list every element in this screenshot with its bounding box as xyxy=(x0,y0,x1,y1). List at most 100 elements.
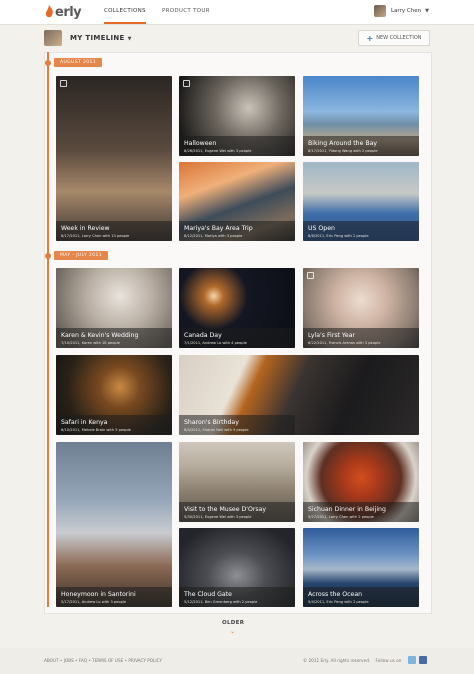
older-link[interactable]: OLDER xyxy=(222,620,244,626)
collection-tile[interactable]: Canada Day 7/1/2011, Andrew Lo with 4 pe… xyxy=(179,268,295,348)
timeline-title[interactable]: MY TIMELINE ▼ xyxy=(70,34,132,42)
tile-meta: 5/30/2011, Eugene Wei with 3 people xyxy=(184,515,252,519)
timeline-dot xyxy=(45,60,51,66)
collection-tile[interactable]: US Open 8/6/2011, Eric Pang with 2 peopl… xyxy=(303,162,419,241)
lock-icon xyxy=(307,272,314,279)
tile-title: Karen & Kevin's Wedding xyxy=(61,332,139,339)
collection-tile[interactable]: Across the Ocean 5/4/2011, Eric Pang wit… xyxy=(303,528,419,607)
chevron-down-icon: ▼ xyxy=(425,8,429,14)
tile-title: Canada Day xyxy=(184,332,222,339)
timeline-dot xyxy=(45,253,51,259)
timeline-title-label: MY TIMELINE xyxy=(70,34,125,42)
tile-meta: 8/26/2011, Eugene Wei with 3 people xyxy=(184,149,252,153)
tile-meta: 6/4/2011, Sharon Neil with 9 people xyxy=(184,428,249,432)
tile-meta: 8/12/2011, Mariya with 3 people xyxy=(184,234,243,238)
tile-meta: 7/10/2011, Karen with 18 people xyxy=(61,341,120,345)
plus-icon: + xyxy=(366,33,374,43)
top-nav: erly COLLECTIONS PRODUCT TOUR Larry Chen… xyxy=(0,0,474,25)
tile-title: Week in Review xyxy=(61,225,110,232)
tile-meta: 5/27/2011, Larry Chen with 2 people xyxy=(308,515,374,519)
tile-meta: 6/10/2011, Mehele Brain with 5 people xyxy=(61,428,131,432)
collection-tile[interactable]: Week in Review 8/17/2011, Larry Chen wit… xyxy=(56,76,172,241)
tile-title: Lyla's First Year xyxy=(308,332,356,339)
timeline-avatar xyxy=(44,30,62,46)
tile-caption: Visit to the Musee D'Orsay 5/30/2011, Eu… xyxy=(179,502,295,522)
collection-tile[interactable]: Sharon's Birthday 6/4/2011, Sharon Neil … xyxy=(179,355,419,435)
tile-meta: 8/6/2011, Eric Pang with 2 people xyxy=(308,234,369,238)
tile-caption: Lyla's First Year 6/22/2011, Francis Are… xyxy=(303,328,419,348)
collection-tile[interactable]: Honeymoon in Santorini 5/17/2011, Andrew… xyxy=(56,442,172,607)
collection-tile[interactable]: Mariya's Bay Area Trip 8/12/2011, Mariya… xyxy=(179,162,295,241)
tile-meta: 6/22/2011, Francis Arenas with 3 people xyxy=(308,341,381,345)
tile-caption: Sharon's Birthday 6/4/2011, Sharon Neil … xyxy=(179,415,295,435)
tile-caption: Honeymoon in Santorini 5/17/2011, Andrew… xyxy=(56,587,172,607)
collection-tile[interactable]: Lyla's First Year 6/22/2011, Francis Are… xyxy=(303,268,419,348)
follow-label: Follow us on xyxy=(375,658,402,663)
footer-link-about[interactable]: ABOUT xyxy=(44,658,59,663)
footer-link-privacy[interactable]: PRIVACY POLICY xyxy=(128,658,162,663)
logo-flame-icon xyxy=(45,5,53,18)
tile-meta: 7/1/2011, Andrew Lo with 4 people xyxy=(184,341,247,345)
collection-tile[interactable]: Biking Around the Bay 8/17/2011, Yidong … xyxy=(303,76,419,156)
tile-title: Visit to the Musee D'Orsay xyxy=(184,506,267,513)
date-label-august-2011: AUGUST 2011 xyxy=(54,58,103,67)
collection-tile[interactable]: The Cloud Gate 5/12/2011, Ben Greenberg … xyxy=(179,528,295,607)
collection-tile[interactable]: Safari in Kenya 6/10/2011, Mehele Brain … xyxy=(56,355,172,435)
avatar xyxy=(374,5,386,17)
tile-title: Sharon's Birthday xyxy=(184,419,239,426)
collection-tile[interactable]: Karen & Kevin's Wedding 7/10/2011, Karen… xyxy=(56,268,172,348)
chevron-down-icon: ▼ xyxy=(127,36,132,42)
tile-caption: Safari in Kenya 6/10/2011, Mehele Brain … xyxy=(56,415,172,435)
tile-title: The Cloud Gate xyxy=(184,591,232,598)
tile-caption: Mariya's Bay Area Trip 8/12/2011, Mariya… xyxy=(179,221,295,241)
tile-caption: Canada Day 7/1/2011, Andrew Lo with 4 pe… xyxy=(179,328,295,348)
timeline-header: MY TIMELINE ▼ + NEW COLLECTION xyxy=(44,30,430,46)
tile-meta: 5/4/2011, Eric Pang with 2 people xyxy=(308,600,369,604)
tile-meta: 5/12/2011, Ben Greenberg with 2 people xyxy=(184,600,258,604)
tile-caption: Biking Around the Bay 8/17/2011, Yidong … xyxy=(303,136,419,156)
tile-title: Across the Ocean xyxy=(308,591,363,598)
tile-title: Honeymoon in Santorini xyxy=(61,591,136,598)
tab-product-tour[interactable]: PRODUCT TOUR xyxy=(162,8,210,14)
timeline-line xyxy=(47,52,49,607)
tile-title: Halloween xyxy=(184,140,217,147)
date-label-may-july-2011: MAY - JULY 2011 xyxy=(54,251,109,260)
footer-link-jobs[interactable]: JOBS xyxy=(64,658,74,663)
erly-logo[interactable]: erly xyxy=(44,3,82,21)
tab-collections[interactable]: COLLECTIONS xyxy=(104,8,146,24)
tile-caption: Karen & Kevin's Wedding 7/10/2011, Karen… xyxy=(56,328,172,348)
tile-title: Biking Around the Bay xyxy=(308,140,378,147)
lock-icon xyxy=(60,80,67,87)
tile-caption: Sichuan Dinner in Beijing 5/27/2011, Lar… xyxy=(303,502,419,522)
chevron-down-icon[interactable]: ⌄ xyxy=(230,628,235,635)
tile-meta: 5/17/2011, Andrew Lo with 3 people xyxy=(61,600,127,604)
tile-caption: Halloween 8/26/2011, Eugene Wei with 3 p… xyxy=(179,136,295,156)
collection-tile[interactable]: Sichuan Dinner in Beijing 5/27/2011, Lar… xyxy=(303,442,419,522)
footer-links: ABOUT • JOBS • FAQ • TERMS OF USE • PRIV… xyxy=(44,658,163,663)
tile-title: Sichuan Dinner in Beijing xyxy=(308,506,386,513)
collection-tile[interactable]: Halloween 8/26/2011, Eugene Wei with 3 p… xyxy=(179,76,295,156)
footer-link-faq[interactable]: FAQ xyxy=(79,658,87,663)
footer-link-terms[interactable]: TERMS OF USE xyxy=(92,658,123,663)
logo-text: erly xyxy=(55,4,82,20)
tile-title: Mariya's Bay Area Trip xyxy=(184,225,253,232)
lock-icon xyxy=(183,80,190,87)
tile-caption: US Open 8/6/2011, Eric Pang with 2 peopl… xyxy=(303,221,419,241)
copyright-text: © 2011 Erly. All rights reserved. xyxy=(303,658,371,663)
tile-title: Safari in Kenya xyxy=(61,419,108,426)
tile-meta: 8/17/2011, Yidong Wang with 2 people xyxy=(308,149,378,153)
new-collection-label: NEW COLLECTION xyxy=(376,35,422,41)
tile-caption: Across the Ocean 5/4/2011, Eric Pang wit… xyxy=(303,587,419,607)
footer: ABOUT • JOBS • FAQ • TERMS OF USE • PRIV… xyxy=(0,648,474,674)
user-menu[interactable]: Larry Chen ▼ xyxy=(374,5,429,17)
new-collection-button[interactable]: + NEW COLLECTION xyxy=(358,30,430,46)
tile-caption: Week in Review 8/17/2011, Larry Chen wit… xyxy=(56,221,172,241)
footer-right: © 2011 Erly. All rights reserved. Follow… xyxy=(303,658,401,663)
collection-tile[interactable]: Visit to the Musee D'Orsay 5/30/2011, Eu… xyxy=(179,442,295,522)
twitter-icon[interactable] xyxy=(408,656,416,664)
tile-meta: 8/17/2011, Larry Chen with 13 people xyxy=(61,234,130,238)
user-name: Larry Chen xyxy=(391,8,422,14)
tile-title: US Open xyxy=(308,225,335,232)
tile-caption: The Cloud Gate 5/12/2011, Ben Greenberg … xyxy=(179,587,295,607)
facebook-icon[interactable] xyxy=(419,656,427,664)
